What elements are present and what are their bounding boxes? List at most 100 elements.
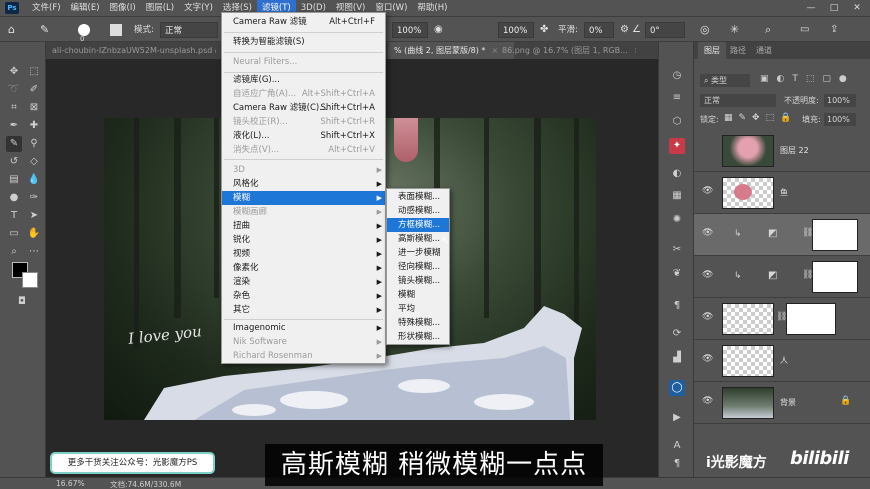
healing-brush-icon[interactable]: ✚ [26,118,42,134]
mode-select[interactable]: 正常 [160,22,218,38]
color-panel-icon[interactable]: ◐ [669,166,685,182]
quick-mask-icon[interactable]: ◘ [14,294,30,310]
smoothing-field[interactable]: 0% [584,22,614,38]
submenu-smart-blur[interactable]: 特殊模糊... [387,316,449,330]
submenu-radial-blur[interactable]: 径向模糊... [387,260,449,274]
home-icon[interactable]: ⌂ [8,22,15,38]
eraser-tool-icon[interactable]: ◇ [26,154,42,170]
menu-item-liquify[interactable]: 液化(L)... Shift+Ctrl+X [222,129,385,143]
menu-item-video[interactable]: 视频 ▶ [222,247,385,261]
submenu-surface-blur[interactable]: 表面模糊... [387,190,449,204]
layer-row[interactable]: 👁 ⛓ [694,298,870,340]
layer-name[interactable]: 背景 [780,397,796,408]
layer-opacity-field[interactable]: 100% [824,94,856,107]
history-panel-icon[interactable]: ◷ [669,68,685,84]
swatches-panel-icon[interactable]: ▦ [669,188,685,204]
zoom-tool-icon[interactable]: ⌕ [6,244,22,260]
layer-row[interactable]: 👁 人 [694,340,870,382]
angle-field[interactable]: 0° [645,22,685,38]
visibility-eye-icon[interactable]: 👁 [702,312,714,324]
airbrush-icon[interactable]: ✤ [540,22,548,38]
rectangle-tool-icon[interactable]: ▭ [6,226,22,242]
submenu-blur[interactable]: 模糊 [387,288,449,302]
menu-item-pixelate[interactable]: 像素化 ▶ [222,261,385,275]
type-tool-icon[interactable]: T [6,208,22,224]
stamp-tool-icon[interactable]: ⚲ [26,136,42,152]
tool-presets-icon[interactable]: ✂ [669,242,685,258]
paragraph-icon[interactable]: ¶ [669,456,685,472]
menu-item-blur[interactable]: 模糊 ▶ [222,191,385,205]
close-window-button[interactable]: ✕ [846,0,868,16]
crop-tool-icon[interactable]: ⌗ [6,100,22,116]
menu-item-convert-smart-filter[interactable]: 转换为智能滤镜(S) [222,35,385,49]
marquee-tool-icon[interactable]: ⬚ [26,64,42,80]
clone-source-icon[interactable]: ❦ [669,266,685,282]
submenu-motion-blur[interactable]: 动感模糊... [387,204,449,218]
menu-item-imagenomic[interactable]: Imagenomic ▶ [222,321,385,335]
quick-select-icon[interactable]: ✐ [26,82,42,98]
frame-tool-icon[interactable]: ⊠ [26,100,42,116]
layer-row[interactable]: 图层 22 [694,130,870,172]
layer-mask-thumbnail[interactable] [812,219,858,251]
lock-icons[interactable]: ▦✎✥⬚🔒 [724,113,797,123]
brush-panel-icon[interactable]: ✺ [669,212,685,228]
tab-document-1[interactable]: ali-choubin-IZnbzaUW52M-unsplash.psd @ 1 [46,42,216,59]
menu-item-other[interactable]: 其它 ▶ [222,303,385,317]
visibility-eye-icon[interactable]: 👁 [702,396,714,408]
history-brush-icon[interactable]: ↺ [6,154,22,170]
eyedropper-icon[interactable]: ✒ [6,118,22,134]
visibility-eye-icon[interactable]: 👁 [702,186,714,198]
lasso-tool-icon[interactable]: ➰ [6,82,22,98]
layer-row[interactable]: 👁 背景 🔒 [694,382,870,424]
submenu-blur-more[interactable]: 进一步模糊 [387,246,449,260]
brush-settings-icon[interactable] [110,24,122,36]
share-icon[interactable]: ⇪ [830,22,838,38]
histogram-icon[interactable]: ▟ [669,350,685,366]
path-select-icon[interactable]: ➤ [26,208,42,224]
menu-item-distort[interactable]: 扭曲 ▶ [222,219,385,233]
flow-field[interactable]: 100% [498,22,534,38]
layer-mask-thumbnail[interactable] [812,261,858,293]
submenu-shape-blur[interactable]: 形状模糊... [387,330,449,344]
maximize-button[interactable]: □ [823,0,845,16]
3d-panel-icon[interactable]: ⬡ [669,114,685,130]
visibility-eye-icon[interactable]: 👁 [702,228,714,240]
layer-mask-thumbnail[interactable] [786,303,836,335]
menu-item-noise[interactable]: 杂色 ▶ [222,289,385,303]
layer-kind-filter[interactable]: ⌕ 类型 [700,74,750,87]
layer-fill-field[interactable]: 100% [824,113,856,126]
submenu-average[interactable]: 平均 [387,302,449,316]
layer-row[interactable]: 👁 ↳ ◩ ⛓ [694,256,870,298]
paragraph-panel-icon[interactable]: ¶ [669,298,685,314]
menu-item-camera-raw-last[interactable]: Camera Raw 滤镜 Alt+Ctrl+F [222,15,385,29]
tab-close-icon[interactable]: × [634,46,636,55]
tab-layers[interactable]: 图层 [698,42,726,59]
tab-paths[interactable]: 路径 [724,42,752,59]
menu-item-camera-raw[interactable]: Camera Raw 滤镜(C)... Shift+Ctrl+A [222,101,385,115]
submenu-box-blur[interactable]: 方框模糊... [387,218,449,232]
opacity-field[interactable]: 100% [392,22,428,38]
play-action-icon[interactable]: ▶ [669,410,685,426]
properties-panel-icon[interactable]: ≡ [669,90,685,106]
submenu-lens-blur[interactable]: 镜头模糊... [387,274,449,288]
gradient-tool-icon[interactable]: ▤ [6,172,22,188]
menu-item-stylize[interactable]: 风格化 ▶ [222,177,385,191]
layer-name[interactable]: 鱼 [780,187,788,198]
pressure-size-icon[interactable]: ◎ [700,22,710,38]
rotate-icon[interactable]: ⟳ [669,326,685,342]
menu-type[interactable]: 文字(Y) [179,0,218,16]
visibility-eye-icon[interactable]: 👁 [702,270,714,282]
layer-filter-icons[interactable]: ▣◐T⬚▢● [760,74,855,84]
layer-name[interactable]: 人 [780,355,788,366]
move-tool-icon[interactable]: ✥ [6,64,22,80]
zoom-level[interactable]: 16.67% [56,479,85,488]
visibility-eye-icon[interactable]: 👁 [702,354,714,366]
layer-name[interactable]: 图层 22 [780,145,809,156]
hand-tool-icon[interactable]: ✋ [26,226,42,242]
menu-file[interactable]: 文件(F) [27,0,66,16]
layer-row-selected[interactable]: 👁 ↳ ◩ ⛓ [694,214,870,256]
blend-mode-select[interactable]: 正常 [700,94,776,107]
menu-edit[interactable]: 编辑(E) [66,0,105,16]
navigator-icon[interactable]: ◯ [669,380,685,396]
character-panel-icon[interactable]: A [669,438,685,454]
